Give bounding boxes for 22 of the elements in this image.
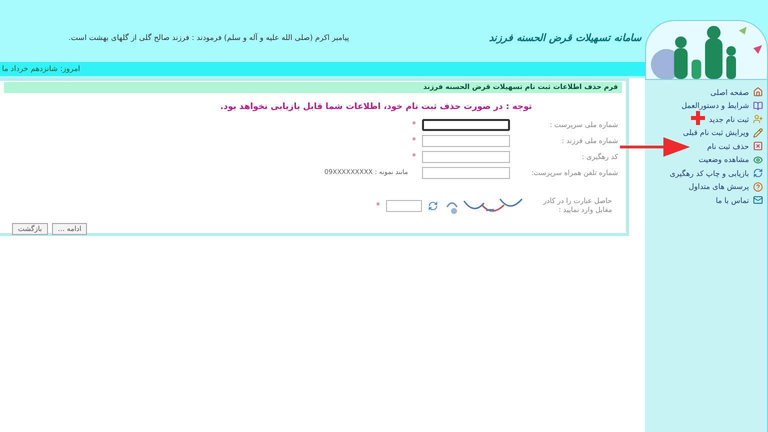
input-field[interactable]: [422, 167, 510, 180]
notice-text: توجه : در صورت حذف ثبت نام خود، اطلاعات شما قابل بازیابی نخواهد بود.: [219, 100, 532, 114]
delete-icon: [753, 141, 763, 152]
cross-icon: [691, 111, 705, 125]
book-icon: [753, 100, 763, 111]
required-mark: *: [412, 137, 416, 146]
home-icon: [753, 87, 763, 98]
required-mark: *: [412, 121, 416, 130]
captcha-input[interactable]: [386, 200, 422, 212]
pencil-icon: [753, 128, 763, 138]
required-mark: *: [412, 153, 416, 162]
eye-icon: [753, 154, 763, 165]
input-field[interactable]: [422, 135, 510, 148]
input-field[interactable]: [422, 119, 510, 132]
mail-icon: [753, 195, 763, 206]
input-field[interactable]: [422, 151, 510, 164]
user-plus-icon: [753, 114, 763, 124]
refresh-icon: [753, 168, 763, 178]
site-title: سامانه تسهیلات قرض الحسنه فرزند: [489, 32, 641, 46]
required-mark: *: [376, 202, 380, 210]
refresh-icon[interactable]: [428, 201, 438, 212]
help-icon: [753, 182, 763, 192]
